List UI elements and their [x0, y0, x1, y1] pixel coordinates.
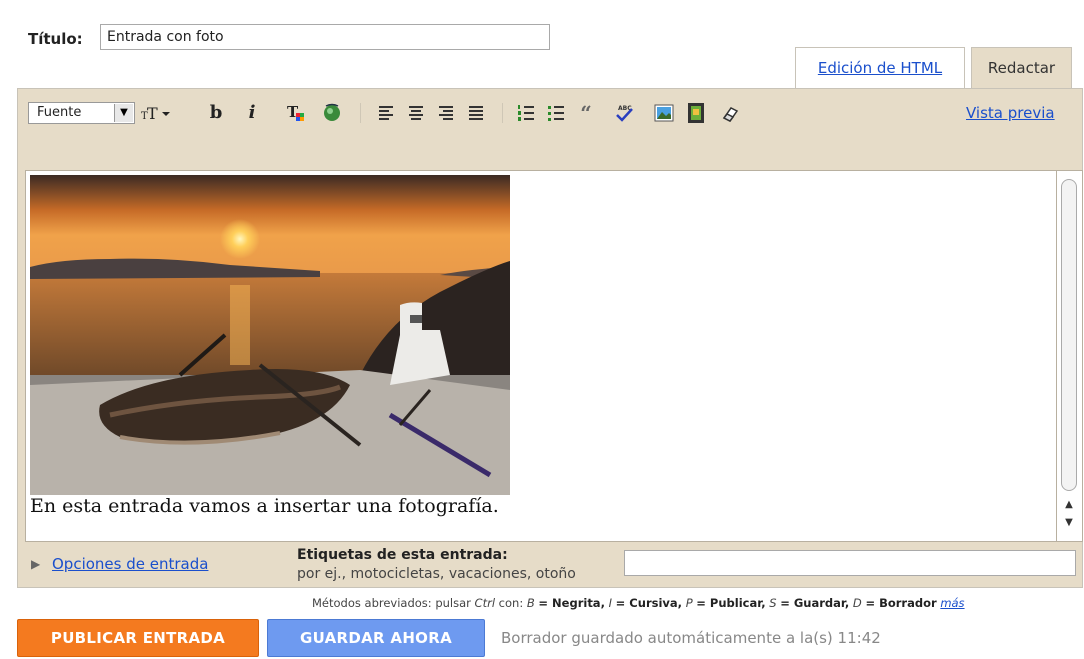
editor-content[interactable]: En esta entrada vamos a insertar una fot…: [25, 170, 1057, 542]
shortcut-i-desc: = Cursiva,: [615, 596, 683, 610]
shortcut-i-key: I: [608, 596, 613, 610]
align-center-icon[interactable]: [404, 101, 428, 125]
chevron-down-icon: ▼: [114, 104, 133, 122]
shortcut-b-key: B: [526, 596, 535, 610]
save-now-button[interactable]: GUARDAR AHORA: [267, 619, 485, 657]
editor-toolbar: Fuente ▼ T T b i T “ ABC Vista previa: [28, 98, 1078, 130]
title-input[interactable]: [100, 24, 550, 50]
font-size-icon[interactable]: T T: [140, 101, 172, 125]
bold-icon[interactable]: b: [204, 101, 228, 125]
shortcuts-more-link[interactable]: más: [940, 596, 964, 610]
shortcut-s-desc: = Guardar,: [780, 596, 850, 610]
insert-image-icon[interactable]: [652, 101, 676, 125]
italic-icon[interactable]: i: [240, 101, 264, 125]
labels-hint: por ej., motocicletas, vacaciones, otoño: [297, 566, 576, 582]
preview-link[interactable]: Vista previa: [966, 104, 1055, 122]
insert-video-icon[interactable]: [684, 101, 708, 125]
title-label: Título:: [28, 30, 83, 48]
body-text: En esta entrada vamos a insertar una fot…: [30, 495, 499, 517]
numbered-list-icon[interactable]: [514, 101, 538, 125]
shortcut-p-key: P: [685, 596, 693, 610]
align-right-icon[interactable]: [434, 101, 458, 125]
shortcuts-prefix: Métodos abreviados: pulsar: [312, 596, 471, 610]
shortcut-ctrl: Ctrl: [474, 596, 496, 610]
labels-input[interactable]: [624, 550, 1076, 576]
shortcut-d-desc: = Borrador: [865, 596, 937, 610]
remove-formatting-icon[interactable]: [718, 101, 742, 125]
font-select-value: Fuente: [37, 105, 82, 120]
scrollbar-thumb[interactable]: [1061, 179, 1077, 491]
shortcut-d-key: D: [852, 596, 862, 610]
bullet-list-icon[interactable]: [544, 101, 568, 125]
scroll-down-icon[interactable]: ▼: [1057, 515, 1081, 531]
shortcut-b-desc: = Negrita,: [538, 596, 605, 610]
labels-title: Etiquetas de esta entrada:: [297, 547, 508, 563]
publish-button[interactable]: PUBLICAR ENTRADA: [17, 619, 259, 657]
expand-triangle-icon[interactable]: ▶: [31, 557, 40, 571]
link-icon[interactable]: [320, 101, 344, 125]
font-select[interactable]: Fuente ▼: [28, 102, 135, 124]
inserted-photo[interactable]: [30, 175, 510, 495]
autosave-status: Borrador guardado automáticamente a la(s…: [501, 629, 881, 647]
align-left-icon[interactable]: [374, 101, 398, 125]
tab-compose[interactable]: Redactar: [971, 47, 1072, 89]
shortcuts-con: con:: [498, 596, 524, 610]
justify-icon[interactable]: [464, 101, 488, 125]
shortcut-p-desc: = Publicar,: [696, 596, 766, 610]
text-color-icon[interactable]: T: [284, 101, 308, 125]
shortcut-s-key: S: [769, 596, 777, 610]
tab-html-edit[interactable]: Edición de HTML: [795, 47, 965, 89]
blockquote-icon[interactable]: “: [574, 101, 598, 125]
post-options-link[interactable]: Opciones de entrada: [52, 555, 208, 573]
svg-text:T: T: [147, 104, 158, 123]
editor-scrollbar[interactable]: ▲ ▼: [1057, 170, 1083, 542]
spellcheck-icon[interactable]: ABC: [612, 101, 636, 125]
scroll-up-icon[interactable]: ▲: [1057, 497, 1081, 513]
shortcuts-hint: Métodos abreviados: pulsar Ctrl con: B =…: [312, 596, 965, 610]
